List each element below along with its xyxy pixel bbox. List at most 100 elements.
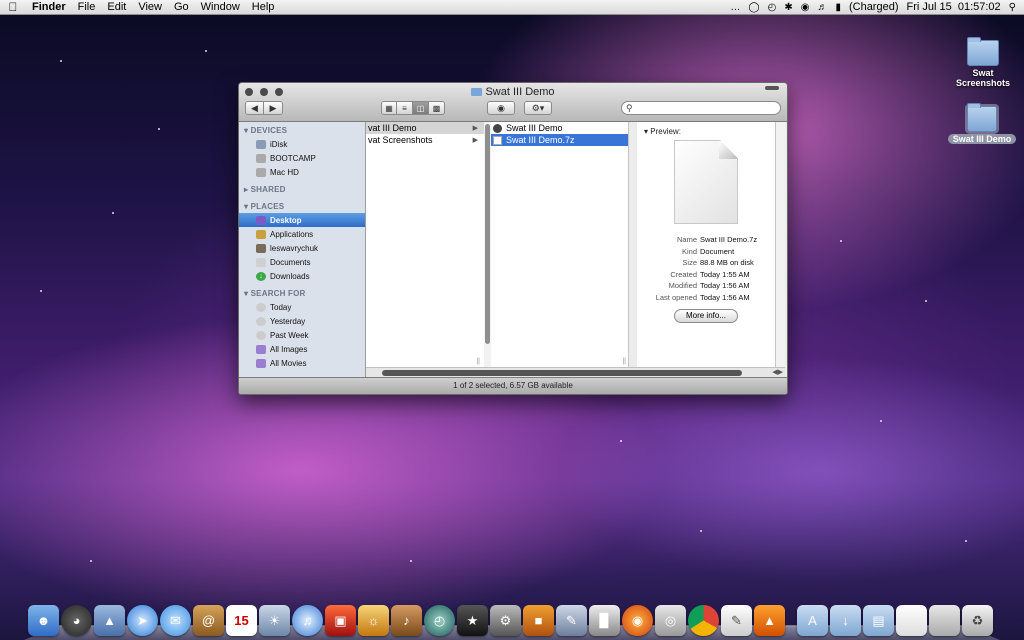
safari-icon[interactable]: ➤ — [127, 605, 158, 636]
sidebar-item-bootcamp[interactable]: BOOTCAMP — [239, 151, 365, 165]
garageband-icon[interactable]: ♪ — [391, 605, 422, 636]
sidebar-item-home[interactable]: leswavrychuk — [239, 241, 365, 255]
menu-file[interactable]: File — [72, 1, 102, 13]
sidebar-item-idisk[interactable]: iDisk — [239, 137, 365, 151]
column-view-button[interactable]: ◫ — [413, 101, 429, 115]
downloads-stack-icon[interactable]: ↓ — [830, 605, 861, 636]
sidebar-item-downloads[interactable]: ↓ Downloads — [239, 269, 365, 283]
column-row-swat-iii-demo[interactable]: vat III Demo ▶ — [366, 122, 484, 134]
sidebar-item-today[interactable]: Today — [239, 300, 365, 314]
sidebar-item-documents[interactable]: Documents — [239, 255, 365, 269]
browser-column-1[interactable]: vat III Demo ▶ vat Screenshots ▶ || — [366, 122, 485, 367]
sidebar-section-places[interactable]: ▾ PLACES — [239, 198, 365, 213]
wifi-icon[interactable]: ◉ — [801, 2, 810, 13]
screenshot-stack-icon[interactable] — [929, 605, 960, 636]
menu-edit[interactable]: Edit — [101, 1, 132, 13]
sync-icon[interactable]: ◯ — [748, 2, 759, 13]
sidebar-item-all-images[interactable]: All Images — [239, 342, 365, 356]
toolbar-toggle-button[interactable] — [765, 86, 779, 90]
dashboard-icon[interactable]: ◕ — [61, 605, 92, 636]
sidebar-item-desktop[interactable]: Desktop — [239, 213, 365, 227]
finder-window: Swat III Demo ◀ ▶ ▦ ≡ ◫ ▩ ◉ ⚙▾ ⚲ ▾ DEVIC… — [238, 82, 788, 395]
preview-app-icon[interactable]: ▲ — [94, 605, 125, 636]
network-utility-icon[interactable]: ◎ — [655, 605, 686, 636]
browser-column-2[interactable]: Swat III Demo Swat III Demo.7z || || — [491, 122, 629, 367]
ical-date: 15 — [234, 613, 249, 628]
applications-folder-icon[interactable]: A — [797, 605, 828, 636]
apple-menu-icon[interactable]:  — [0, 0, 26, 14]
ical-icon[interactable]: 15 — [226, 605, 257, 636]
action-menu-button[interactable]: ⚙▾ — [524, 101, 552, 115]
status-menu-icon[interactable]: … — [730, 2, 740, 13]
iphoto-icon[interactable]: ☀ — [259, 605, 290, 636]
time-machine-icon[interactable]: ◴ — [768, 2, 777, 13]
address-book-icon[interactable]: @ — [193, 605, 224, 636]
scrollbar-thumb[interactable] — [485, 124, 490, 344]
desktop-icon-label: Swat III Demo — [947, 134, 1017, 144]
system-preferences-icon[interactable]: ⚙ — [490, 605, 521, 636]
volume-icon[interactable]: ♬ — [817, 2, 827, 13]
image-capture-icon[interactable]: ☼ — [358, 605, 389, 636]
view-buttons: ▦ ≡ ◫ ▩ — [381, 101, 445, 115]
menu-help[interactable]: Help — [246, 1, 281, 13]
back-button[interactable]: ◀ — [245, 101, 264, 115]
column-resize-handle[interactable]: || — [476, 358, 480, 365]
battery-status[interactable]: (Charged) — [849, 1, 899, 13]
cover-flow-button[interactable]: ▩ — [429, 101, 445, 115]
menu-bar:  Finder File Edit View Go Window Help …… — [0, 0, 1024, 15]
vlc-icon[interactable]: ▲ — [754, 605, 785, 636]
battery-icon[interactable]: ▮ — [835, 2, 841, 13]
scroll-arrows[interactable]: ◀▶ — [772, 368, 783, 376]
icon-view-button[interactable]: ▦ — [381, 101, 397, 115]
sidebar-item-all-movies[interactable]: All Movies — [239, 356, 365, 370]
desktop-icon-swat-screenshots[interactable]: Swat Screenshots — [950, 37, 1016, 88]
more-info-button[interactable]: More info... — [674, 309, 738, 323]
trash-icon[interactable]: ♻ — [962, 605, 993, 636]
list-view-button[interactable]: ≡ — [397, 101, 413, 115]
column-resize-handle[interactable]: || — [622, 358, 626, 365]
forward-button[interactable]: ▶ — [264, 101, 283, 115]
sidebar-section-shared[interactable]: ▸ SHARED — [239, 181, 365, 196]
column-row-swat-iii-demo-app[interactable]: Swat III Demo — [491, 122, 628, 134]
column-1-scrollbar[interactable] — [484, 122, 491, 367]
menu-app-name[interactable]: Finder — [26, 1, 72, 13]
scrollbar-thumb[interactable] — [382, 370, 742, 376]
textedit-icon[interactable]: ✎ — [721, 605, 752, 636]
sidebar-item-yesterday[interactable]: Yesterday — [239, 314, 365, 328]
column-row-swat-screenshots[interactable]: vat Screenshots ▶ — [366, 134, 484, 146]
photo-booth-icon[interactable]: ▣ — [325, 605, 356, 636]
documents-folder-icon[interactable]: ▤ — [863, 605, 894, 636]
imovie-icon[interactable]: ★ — [457, 605, 488, 636]
quick-look-button[interactable]: ◉ — [487, 101, 515, 115]
keynote-icon[interactable]: ■ — [523, 605, 554, 636]
preview-header[interactable]: ▾ Preview: — [637, 122, 775, 136]
document-stack-icon[interactable] — [896, 605, 927, 636]
firefox-icon[interactable]: ◉ — [622, 605, 653, 636]
numbers-icon[interactable]: ▉ — [589, 605, 620, 636]
ichat-icon[interactable]: ✉ — [160, 605, 191, 636]
clock[interactable]: Fri Jul 15 01:57:02 — [907, 1, 1001, 13]
search-field[interactable]: ⚲ — [621, 101, 781, 115]
menu-view[interactable]: View — [132, 1, 168, 13]
sidebar-section-search-for[interactable]: ▾ SEARCH FOR — [239, 285, 365, 300]
folder-icon — [965, 103, 999, 134]
bluetooth-icon[interactable]: ✱ — [784, 2, 792, 13]
sidebar-section-devices[interactable]: ▾ DEVICES — [239, 122, 365, 137]
chrome-icon[interactable] — [688, 605, 719, 636]
desktop-icon-swat-iii-demo[interactable]: Swat III Demo — [944, 103, 1020, 144]
spotlight-search-icon[interactable]: ⚲ — [1009, 2, 1016, 13]
menu-go[interactable]: Go — [168, 1, 195, 13]
finder-icon[interactable]: ☻ — [28, 605, 59, 636]
script-editor-icon[interactable]: ✎ — [556, 605, 587, 636]
title-bar[interactable]: Swat III Demo ◀ ▶ ▦ ≡ ◫ ▩ ◉ ⚙▾ ⚲ — [239, 83, 787, 122]
itunes-icon[interactable]: ♫ — [292, 605, 323, 636]
sidebar-item-applications[interactable]: Applications — [239, 227, 365, 241]
sidebar-item-mac-hd[interactable]: Mac HD — [239, 165, 365, 179]
dock-icons: ☻ ◕ ▲ ➤ ✉ @ 15 ☀ ♫ ▣ ☼ ♪ ◴ ★ ⚙ ■ ✎ ▉ ◉ ◎… — [28, 605, 993, 636]
time-machine-icon[interactable]: ◴ — [424, 605, 455, 636]
document-icon — [493, 135, 502, 145]
column-row-swat-iii-demo-7z[interactable]: Swat III Demo.7z — [491, 134, 628, 146]
sidebar-item-past-week[interactable]: Past Week — [239, 328, 365, 342]
preview-scrollbar[interactable] — [776, 122, 785, 367]
menu-window[interactable]: Window — [195, 1, 246, 13]
